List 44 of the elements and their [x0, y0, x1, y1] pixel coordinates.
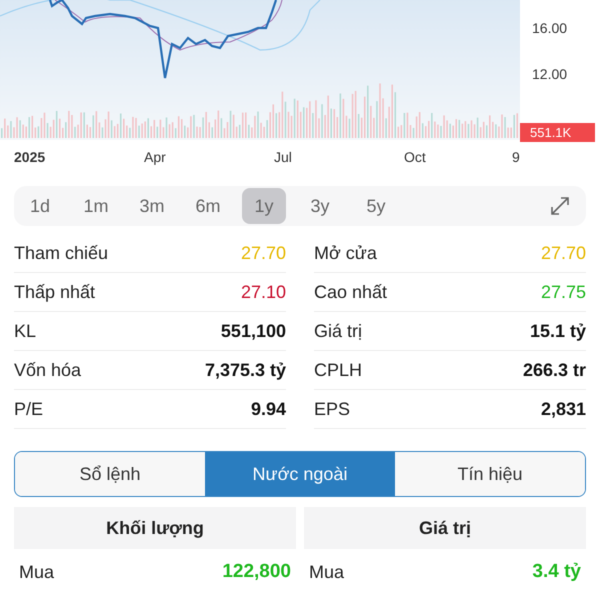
- stat-label: Mở cửa: [314, 242, 377, 264]
- row-value: 3.4 tỷ: [532, 561, 581, 583]
- period-tab[interactable]: 1d: [18, 188, 62, 224]
- x-axis-label: 2025: [14, 149, 46, 165]
- x-axis-label: Oct: [404, 149, 426, 165]
- row-label: Mua: [309, 562, 344, 582]
- stat-label: Tham chiếu: [14, 242, 108, 264]
- period-tab[interactable]: 6m: [186, 188, 230, 224]
- column-header: Khối lượng: [14, 507, 296, 549]
- stat-label: Giá trị: [314, 320, 362, 342]
- y-axis-label: 12.00: [531, 66, 568, 82]
- stat-value: 7,375.3 tỷ: [204, 360, 286, 380]
- stat-value: 15.1 tỷ: [530, 320, 586, 342]
- period-tab[interactable]: 1m: [74, 188, 118, 224]
- stat-label: EPS: [314, 398, 350, 420]
- section-tab[interactable]: Nước ngoài: [205, 452, 395, 496]
- stat-value: 9.94: [250, 398, 286, 420]
- row-value: 122,800: [222, 561, 291, 583]
- stat-label: CPLH: [314, 360, 362, 380]
- period-tab[interactable]: 3y: [298, 188, 342, 224]
- x-axis-label: 9: [512, 149, 520, 165]
- period-tab[interactable]: 1y: [242, 188, 286, 224]
- stat-label: Cao nhất: [314, 282, 388, 302]
- stat-label: P/E: [14, 398, 44, 420]
- stat-value: 27.10: [240, 282, 286, 302]
- stat-value: 266.3 tr: [522, 360, 586, 380]
- volume-badge: 551.1K: [520, 123, 595, 142]
- period-tab[interactable]: 5y: [354, 188, 398, 224]
- row-label: Mua: [19, 562, 54, 582]
- stat-label: KL: [14, 320, 36, 342]
- stat-label: Vốn hóa: [14, 360, 82, 380]
- x-axis-label: Jul: [274, 149, 292, 165]
- stat-value: 27.70: [240, 242, 286, 264]
- x-axis-label: Apr: [144, 149, 166, 165]
- stat-value: 2,831: [540, 398, 586, 420]
- stat-value: 551,100: [220, 320, 286, 342]
- period-tab[interactable]: 3m: [130, 188, 174, 224]
- section-tab[interactable]: Tín hiệu: [395, 452, 585, 496]
- stat-value: 27.70: [540, 242, 586, 264]
- y-axis-label: 16.00: [531, 20, 568, 36]
- column-header: Giá trị: [304, 507, 586, 549]
- stat-value: 27.75: [540, 282, 586, 302]
- section-tab[interactable]: Sổ lệnh: [15, 452, 205, 496]
- stat-label: Thấp nhất: [14, 282, 96, 302]
